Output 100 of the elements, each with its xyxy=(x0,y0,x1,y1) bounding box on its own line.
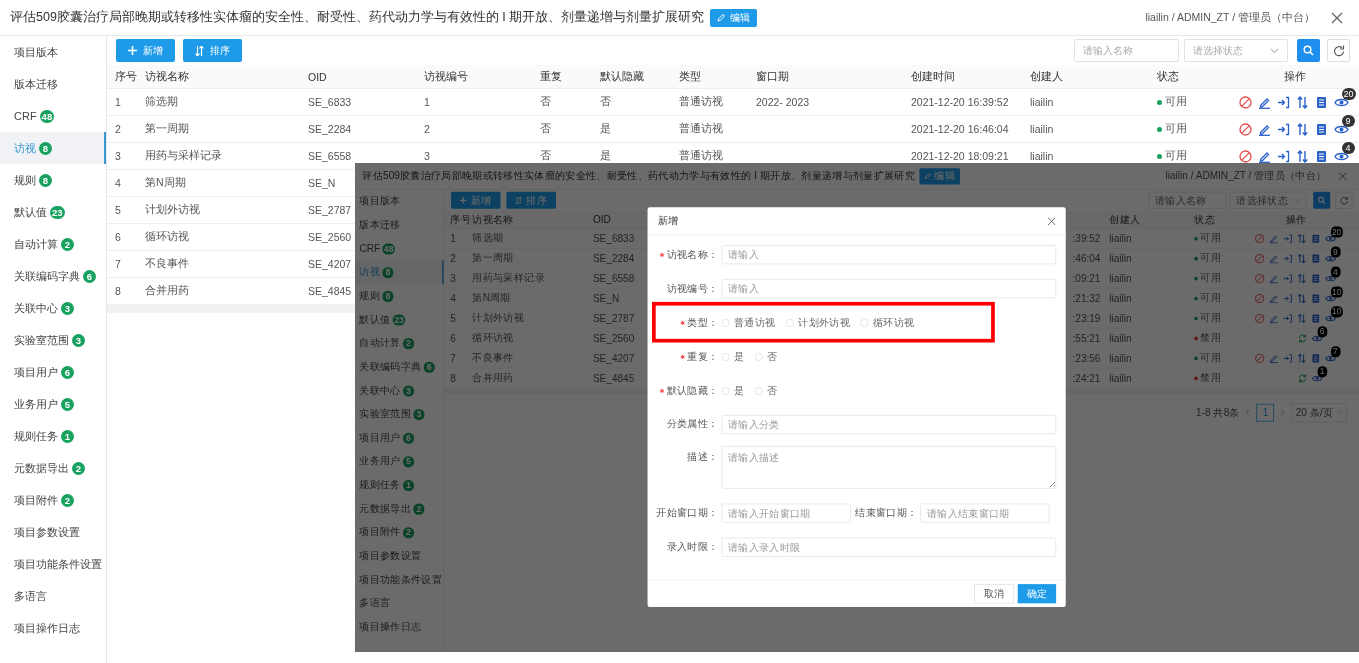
sidebar-item[interactable]: 多语言 xyxy=(0,580,106,612)
table-cell: SE_6833 xyxy=(308,96,352,108)
radio-option[interactable]: 否 xyxy=(754,349,778,364)
radio-option[interactable]: 计划外访视 xyxy=(785,315,850,330)
document-icon[interactable] xyxy=(1314,122,1328,136)
search-button[interactable] xyxy=(1297,39,1320,62)
sort-icon[interactable] xyxy=(1295,95,1309,109)
ban-icon[interactable] xyxy=(1238,149,1252,163)
sidebar-item[interactable]: 默认值 23 xyxy=(0,196,106,228)
count-badge: 8 xyxy=(39,141,52,155)
radio-option[interactable]: 是 xyxy=(721,349,745,364)
sidebar-item[interactable]: 规则任务 1 xyxy=(0,420,106,452)
radio-option[interactable]: 循环访视 xyxy=(860,315,915,330)
sidebar-item[interactable]: 访视 8 xyxy=(355,260,444,285)
sort-icon xyxy=(195,45,204,56)
sidebar-item[interactable]: 业务用户 5 xyxy=(0,388,106,420)
sidebar-item[interactable]: 项目用户 6 xyxy=(0,356,106,388)
eye-icon[interactable] xyxy=(1333,96,1349,108)
radio-option[interactable]: 是 xyxy=(721,383,745,398)
enter-icon[interactable] xyxy=(1276,95,1290,109)
add-button[interactable]: 新增 xyxy=(116,39,175,62)
sidebar-item[interactable]: 关联编码字典 6 xyxy=(0,260,106,292)
sidebar-item[interactable]: 项目功能条件设置 xyxy=(0,548,106,580)
document-icon[interactable] xyxy=(1314,95,1328,109)
refresh-icon xyxy=(1332,44,1345,57)
table-cell: 2021-12-20 16:46:04 xyxy=(911,123,1009,135)
table-cell: SE_4845 xyxy=(592,372,635,384)
sidebar-item[interactable]: 版本迁移 xyxy=(0,68,106,100)
count-badge: 20 xyxy=(1330,226,1343,238)
table-cell: 2021-12-20 18:09:21 xyxy=(911,150,1009,162)
table-cell: 6 xyxy=(450,332,456,344)
input-field[interactable]: 请输入 xyxy=(721,279,1057,299)
eye-icon[interactable] xyxy=(1333,123,1349,135)
sidebar-item[interactable]: 实验室范围 3 xyxy=(0,324,106,356)
document-icon[interactable] xyxy=(1310,253,1321,264)
sort-icon[interactable] xyxy=(1296,313,1307,323)
enter-icon[interactable] xyxy=(1276,122,1290,136)
sidebar-item[interactable]: 项目操作日志 xyxy=(0,612,106,644)
table-cell: 5 xyxy=(450,312,456,324)
status-text: 可用 xyxy=(1200,291,1221,305)
sort-button[interactable]: 排序 xyxy=(183,39,242,62)
text-area[interactable]: 请输入描述 xyxy=(721,445,1057,489)
edit-button[interactable]: 编辑 xyxy=(919,167,961,185)
add-button[interactable]: 新增 xyxy=(451,191,501,209)
sort-button[interactable]: 排序 xyxy=(506,191,556,209)
sidebar-item[interactable]: CRF 48 xyxy=(0,100,106,132)
close-icon[interactable] xyxy=(1331,11,1343,24)
ban-icon[interactable] xyxy=(1238,95,1252,109)
sidebar-item[interactable]: 项目附件 2 xyxy=(0,484,106,516)
field-label: 录入时限： xyxy=(666,540,719,554)
sidebar-item[interactable]: 访视 8 xyxy=(0,132,106,164)
sidebar-item[interactable]: 项目参数设置 xyxy=(0,516,106,548)
input-field[interactable]: 请输入分类 xyxy=(721,414,1057,435)
table-cell: liailin xyxy=(1109,272,1132,284)
column-header: 访视编号 xyxy=(424,69,468,84)
sidebar-item[interactable]: 关联中心 3 xyxy=(0,292,106,324)
document-icon[interactable] xyxy=(1310,293,1321,303)
radio-option[interactable]: 否 xyxy=(754,383,778,398)
status-text: 禁用 xyxy=(1200,331,1221,345)
table-cell: 筛选期 xyxy=(472,231,504,245)
radio-option[interactable]: 普通访视 xyxy=(721,315,776,330)
enter-icon[interactable] xyxy=(1276,149,1290,163)
document-icon[interactable] xyxy=(1310,233,1321,244)
sort-icon[interactable] xyxy=(1295,122,1309,136)
sidebar-item[interactable]: 项目版本 xyxy=(0,36,106,68)
document-icon[interactable] xyxy=(1314,149,1328,163)
sidebar-item[interactable]: 规则 8 xyxy=(0,164,106,196)
table-cell: SE_2787 xyxy=(308,204,352,216)
status-select[interactable]: 请选择状态 xyxy=(1184,39,1288,62)
eye-icon[interactable] xyxy=(1333,150,1349,162)
count-badge: 2 xyxy=(61,493,74,507)
input-field[interactable]: 请输入 xyxy=(721,245,1057,265)
sidebar-item[interactable]: 自动计算 2 xyxy=(0,228,106,260)
page-button[interactable]: 1 xyxy=(1256,403,1275,422)
field-label: 默认隐藏： xyxy=(666,383,719,398)
document-icon[interactable] xyxy=(1310,273,1321,284)
cancel-button[interactable]: 取消 xyxy=(974,584,1014,604)
field-label: 访视名称： xyxy=(666,247,719,262)
input-field[interactable]: 请输入录入时限 xyxy=(721,537,1057,557)
document-icon[interactable] xyxy=(1310,313,1321,323)
search-field[interactable]: 请输入名称 xyxy=(1074,39,1179,62)
sidebar-item[interactable]: 元数据导出 2 xyxy=(0,452,106,484)
input-field[interactable]: 请输入开始窗口期 xyxy=(721,503,851,523)
count-badge: 4 xyxy=(1341,141,1355,154)
sort-icon[interactable] xyxy=(1295,149,1309,163)
table-cell: 4 xyxy=(115,177,121,189)
refresh-button[interactable] xyxy=(1327,39,1350,62)
page-title: 评估509胶囊治疗局部晚期或转移性实体瘤的安全性、耐受性、药代动力学与有效性的 I 期开放、剂量递增与剂量扩展研究 xyxy=(10,9,705,26)
confirm-button[interactable]: 确定 xyxy=(1017,584,1057,604)
ban-icon[interactable] xyxy=(1238,122,1252,136)
table-cell: 第一周期 xyxy=(145,122,189,136)
dialog-title: 新增 xyxy=(657,214,679,228)
search-button[interactable] xyxy=(1313,191,1331,209)
column-header: 操作 xyxy=(1285,212,1307,227)
document-icon[interactable] xyxy=(1310,353,1321,363)
status-text: 可用 xyxy=(1165,122,1187,136)
table-cell: 用药与采样记录 xyxy=(145,149,222,163)
edit-button[interactable]: 编辑 xyxy=(710,8,758,27)
count-badge: 8 xyxy=(382,290,394,302)
input-field[interactable]: 请输入结束窗口期 xyxy=(920,503,1050,523)
